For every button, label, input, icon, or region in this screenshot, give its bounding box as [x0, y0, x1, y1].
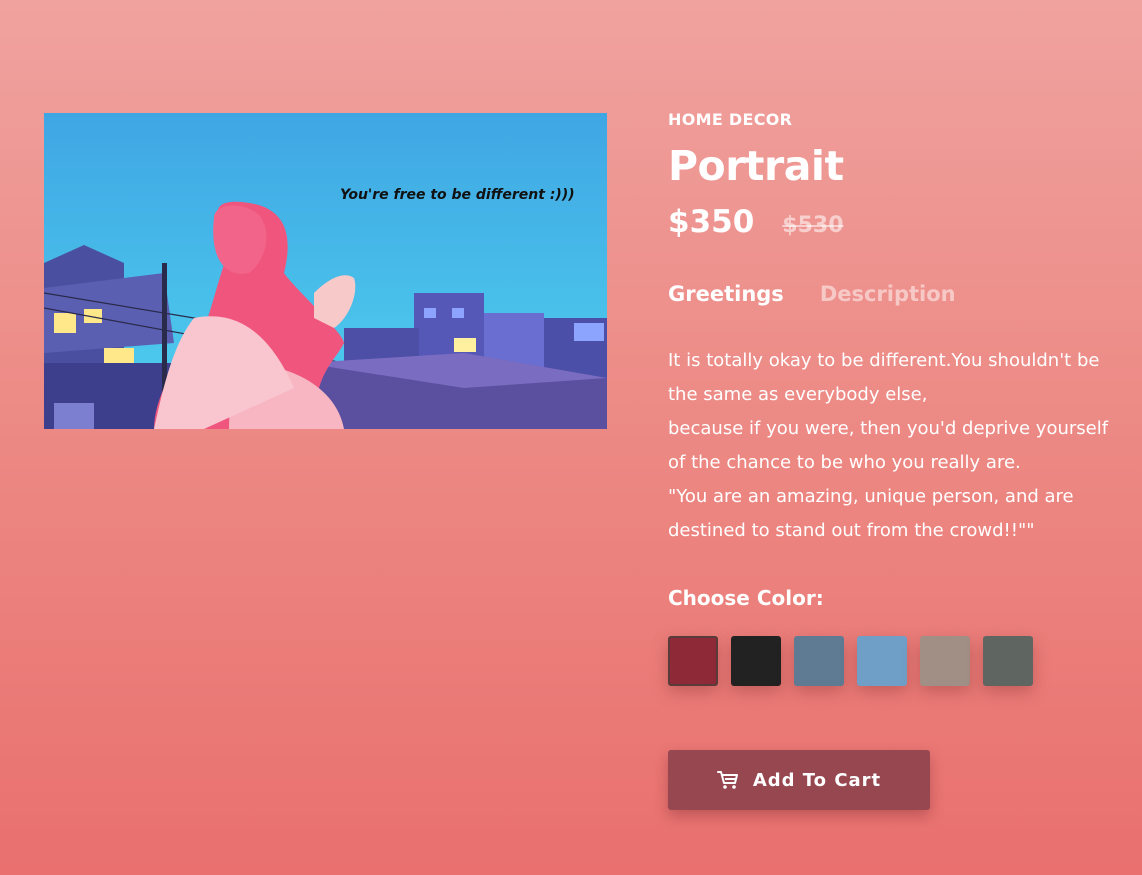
product-category: HOME DECOR [668, 110, 793, 129]
greetings-line: "You are an amazing, unique person, and … [668, 486, 1074, 541]
color-swatches [668, 636, 1128, 686]
original-price: $530 [782, 213, 844, 238]
color-swatch-slate-gray[interactable] [983, 636, 1033, 686]
portrait-illustration: You're free to be different :))) [44, 113, 607, 429]
greetings-text: It is totally okay to be different.You s… [668, 344, 1120, 548]
product-title: Portrait [668, 142, 844, 190]
color-swatch-sky-blue[interactable] [857, 636, 907, 686]
choose-color-label: Choose Color: [668, 586, 824, 610]
add-to-cart-label: Add To Cart [752, 769, 882, 791]
color-swatch-denim[interactable] [794, 636, 844, 686]
product-tabs: Greetings Description [668, 282, 1128, 306]
tab-greetings[interactable]: Greetings [668, 282, 784, 306]
current-price: $350 [668, 204, 755, 240]
color-swatch-crimson[interactable] [668, 636, 718, 686]
image-caption: You're free to be different :))) [340, 187, 575, 203]
product-image: You're free to be different :))) [44, 113, 607, 429]
tab-description[interactable]: Description [820, 282, 956, 306]
color-swatch-black[interactable] [731, 636, 781, 686]
shopping-cart-icon [716, 771, 738, 789]
price-row: $350 $530 [668, 204, 1128, 240]
greetings-line: because if you were, then you'd deprive … [668, 418, 1109, 473]
product-details: HOME DECOR Portrait $350 $530 Greetings … [668, 110, 1128, 810]
color-swatch-taupe[interactable] [920, 636, 970, 686]
add-to-cart-button[interactable]: Add To Cart [668, 750, 930, 810]
greetings-line: It is totally okay to be different.You s… [668, 350, 1100, 405]
